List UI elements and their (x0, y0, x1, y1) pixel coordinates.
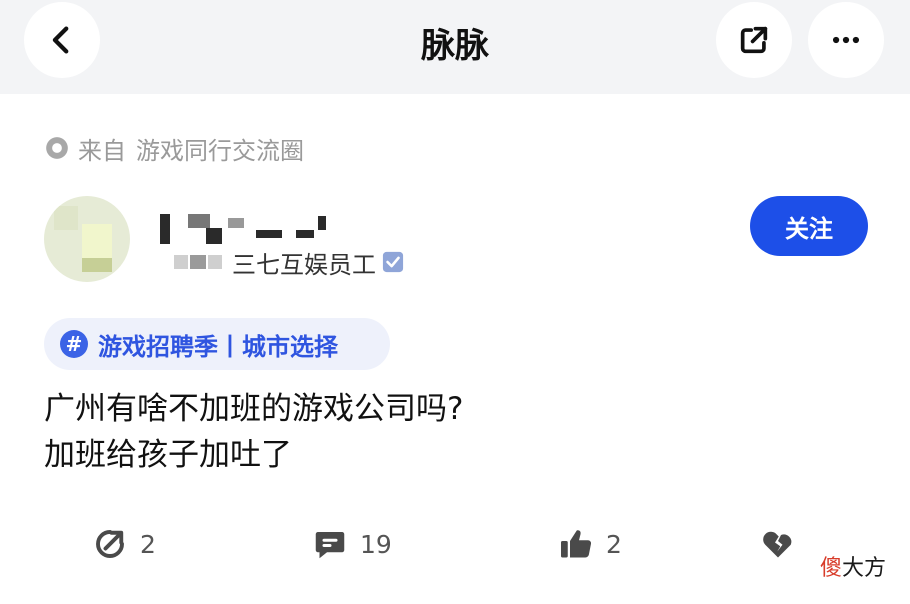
hashtag-icon: # (60, 330, 88, 358)
follow-button[interactable]: 关注 (750, 196, 868, 256)
repost-icon (96, 530, 124, 558)
top-nav-bar: 脉脉 (0, 0, 910, 94)
like-button[interactable]: 2 (558, 524, 622, 564)
post-text-line: 广州有啥不加班的游戏公司吗? (44, 391, 464, 427)
circle-dot-icon (46, 137, 68, 159)
share-button[interactable] (716, 2, 792, 78)
circle-name: 游戏同行交流圈 (136, 136, 304, 165)
more-options-button[interactable] (808, 2, 884, 78)
comment-icon (315, 532, 345, 559)
topic-tag[interactable]: # 游戏招聘季丨城市选择 (44, 318, 390, 370)
watermark: 傻大方 (820, 550, 886, 582)
author-company-row: 三七互娱员工 (174, 246, 404, 279)
comment-button[interactable]: 19 (312, 524, 392, 564)
circle-source-link[interactable]: 来自 游戏同行交流圈 (44, 132, 304, 165)
dislike-button[interactable] (760, 524, 808, 564)
post-text-line: 加班给孩子加吐了 (44, 437, 292, 473)
like-count: 2 (606, 529, 622, 559)
company-pixelated-prefix (174, 251, 230, 273)
repost-button[interactable]: 2 (92, 524, 156, 564)
watermark-first-char: 傻 (820, 556, 843, 581)
verified-badge-icon (382, 251, 404, 273)
comment-count: 19 (360, 529, 392, 559)
source-prefix-label: 来自 (78, 136, 126, 165)
post-body: 广州有啥不加班的游戏公司吗? 加班给孩子加吐了 (44, 386, 864, 478)
watermark-rest: 大方 (842, 556, 887, 581)
author-company-title: 三七互娱员工 (232, 250, 376, 279)
author-name-pixelated[interactable] (160, 208, 340, 244)
repost-count: 2 (140, 529, 156, 559)
topic-label: 游戏招聘季丨城市选择 (98, 332, 338, 361)
author-avatar[interactable] (44, 196, 130, 282)
more-horizontal-icon (832, 36, 860, 44)
thumbs-up-icon (561, 530, 592, 558)
external-share-icon (740, 26, 768, 54)
broken-heart-icon (763, 531, 792, 558)
